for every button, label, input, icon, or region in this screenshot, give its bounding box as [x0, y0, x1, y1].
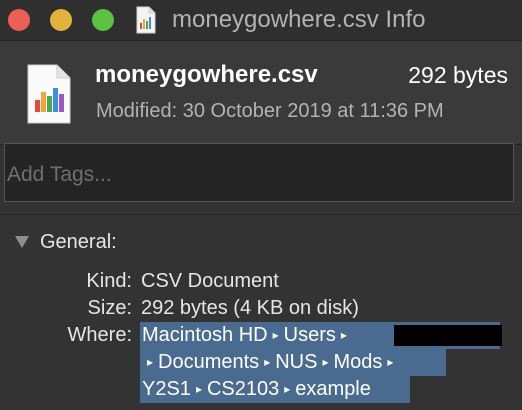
size-value: 292 bytes (4 KB on disk)	[141, 297, 359, 319]
path-component[interactable]: Mods	[333, 351, 382, 373]
modified-date: Modified: 30 October 2019 at 11:36 PM	[96, 100, 444, 122]
zoom-button[interactable]	[92, 9, 114, 31]
kind-value: CSV Document	[141, 270, 279, 292]
file-header: moneygowhere.csv 292 bytes Modified: 30 …	[0, 40, 522, 145]
path-separator-icon: ▸	[340, 328, 347, 342]
path-line: Macintosh HD ▸ Users ▸	[140, 322, 502, 349]
title-bar: moneygowhere.csv Info	[0, 0, 522, 40]
document-icon	[136, 6, 156, 34]
path-component[interactable]: Y2S1	[142, 378, 191, 400]
general-section-label: General:	[40, 230, 117, 253]
disclosure-triangle-down-icon[interactable]	[14, 235, 30, 249]
path-component[interactable]: NUS	[275, 351, 317, 373]
redacted-username	[394, 325, 502, 346]
section-divider	[0, 214, 522, 215]
path-component[interactable]: Users	[284, 324, 336, 346]
size-row: Size: 292 bytes (4 KB on disk)	[0, 297, 522, 323]
path-component[interactable]: CS2103	[207, 378, 279, 400]
path-separator-icon: ▸	[322, 355, 329, 369]
minimize-button[interactable]	[50, 9, 72, 31]
kind-row: Kind: CSV Document	[0, 270, 522, 296]
general-section-header[interactable]: General:	[14, 229, 117, 255]
where-path[interactable]: Macintosh HD ▸ Users ▸ ▸ Documents ▸ NUS ▸ Mods ▸…	[140, 322, 502, 403]
path-separator-icon: ▸	[272, 328, 279, 342]
tags-field[interactable]	[4, 143, 514, 202]
path-separator-icon: ▸	[264, 355, 271, 369]
path-component[interactable]: Macintosh HD	[142, 324, 268, 346]
path-separator-icon: ▸	[284, 382, 291, 396]
path-line: Y2S1 ▸ CS2103 ▸ example	[140, 376, 410, 403]
path-line: ▸ Documents ▸ NUS ▸ Mods ▸	[140, 349, 446, 376]
file-name: moneygowhere.csv	[95, 61, 318, 88]
close-button[interactable]	[8, 9, 30, 31]
file-size: 292 bytes	[408, 62, 508, 88]
window-title: moneygowhere.csv Info	[172, 6, 426, 33]
path-separator-icon: ▸	[387, 355, 394, 369]
size-label: Size:	[87, 297, 132, 319]
tags-input[interactable]	[5, 144, 513, 201]
path-separator-icon: ▸	[195, 382, 202, 396]
path-component[interactable]: Documents	[158, 351, 259, 373]
kind-label: Kind:	[86, 270, 132, 292]
path-component[interactable]: example	[295, 378, 371, 400]
numbers-document-icon	[27, 64, 71, 124]
where-label: Where:	[67, 324, 132, 346]
path-separator-icon: ▸	[147, 355, 154, 369]
